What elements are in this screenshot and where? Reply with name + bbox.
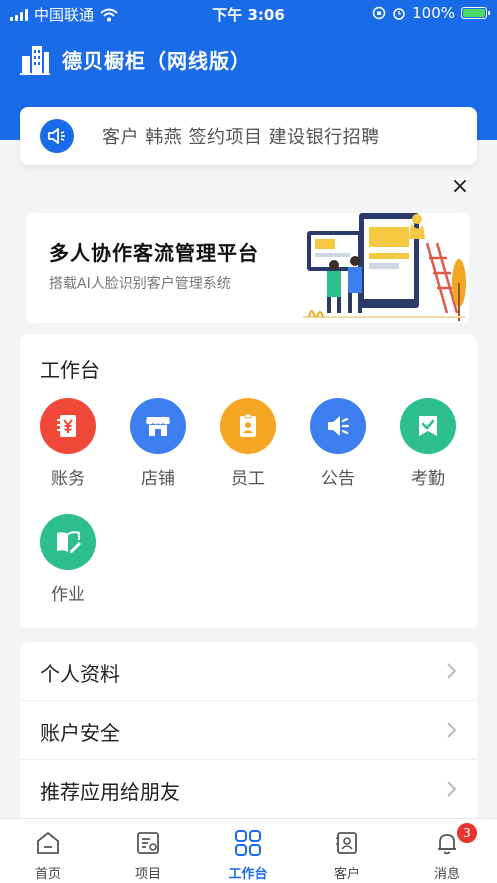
announcement-bar[interactable]: 客户 韩燕 签约项目 建设银行招聘 <box>20 107 477 165</box>
promo-banner[interactable]: 多人协作客流管理平台 搭载AI人脸识别客户管理系统 <box>27 213 469 323</box>
megaphone-icon <box>310 398 366 454</box>
workspace-item-label: 作业 <box>51 585 85 605</box>
banner-title: 多人协作客流管理平台 <box>49 241 259 265</box>
chevron-right-icon <box>447 781 457 797</box>
tab-home[interactable]: 首页 <box>8 827 88 882</box>
home-icon <box>8 827 88 859</box>
tab-messages[interactable]: 3 消息 <box>407 823 487 882</box>
workspace-item-label: 员工 <box>231 469 265 489</box>
finance-icon <box>40 398 96 454</box>
workspace-item-announcement[interactable]: 公告 <box>302 398 374 489</box>
close-banner-icon[interactable]: × <box>450 176 470 198</box>
workspace-card: 工作台 账务 店铺 员工 公告 考勤 作业 <box>20 334 477 628</box>
chevron-right-icon <box>447 722 457 738</box>
menu-item-recommend-app[interactable]: 推荐应用给朋友 <box>20 760 477 819</box>
menu-item-profile[interactable]: 个人资料 <box>20 642 477 701</box>
collaboration-illustration <box>303 213 466 321</box>
menu-item-label: 账户安全 <box>40 721 120 745</box>
announcement-text: 客户 韩燕 签约项目 建设银行招聘 <box>102 127 380 148</box>
workspace-item-finance[interactable]: 账务 <box>32 398 104 489</box>
tab-label: 工作台 <box>228 867 268 882</box>
workspace-item-attendance[interactable]: 考勤 <box>392 398 464 489</box>
alarm-icon <box>393 8 405 20</box>
employee-badge-icon <box>220 398 276 454</box>
chevron-right-icon <box>447 663 457 679</box>
workbench-grid-icon <box>208 827 288 859</box>
app-header: 德贝橱柜（网线版） <box>20 42 251 76</box>
building-logo-icon <box>20 46 50 75</box>
menu-item-label: 推荐应用给朋友 <box>40 780 180 804</box>
banner-subtitle: 搭载AI人脸识别客户管理系统 <box>49 276 231 292</box>
battery-percent: 100% <box>412 4 455 22</box>
rotation-lock-icon <box>372 6 386 20</box>
customer-icon <box>307 827 387 859</box>
workspace-item-store[interactable]: 店铺 <box>122 398 194 489</box>
homework-book-icon <box>40 514 96 570</box>
workspace-item-label: 店铺 <box>141 469 175 489</box>
tab-customers[interactable]: 客户 <box>307 827 387 882</box>
status-right: 100% <box>372 4 490 22</box>
tab-label: 首页 <box>34 867 61 882</box>
workspace-title: 工作台 <box>40 358 100 382</box>
workspace-item-label: 账务 <box>51 469 85 489</box>
tab-label: 消息 <box>433 867 460 882</box>
store-icon <box>130 398 186 454</box>
tab-label: 客户 <box>333 867 360 882</box>
status-bar: 中国联通 下午 3:06 100% <box>0 0 497 28</box>
tab-label: 项目 <box>134 867 161 882</box>
menu-item-label: 个人资料 <box>40 662 120 686</box>
workspace-item-employee[interactable]: 员工 <box>212 398 284 489</box>
message-count-badge: 3 <box>457 823 477 843</box>
bell-icon: 3 <box>407 823 487 859</box>
app-title: 德贝橱柜（网线版） <box>62 48 251 73</box>
settings-menu: 个人资料 账户安全 推荐应用给朋友 <box>20 642 477 822</box>
bottom-tab-bar: 首页 项目 工作台 客户 3 消息 <box>0 818 497 883</box>
battery-icon <box>461 7 490 19</box>
tab-workbench[interactable]: 工作台 <box>208 827 288 882</box>
attendance-check-icon <box>400 398 456 454</box>
project-icon <box>108 827 188 859</box>
workspace-item-label: 考勤 <box>411 469 445 489</box>
workspace-item-homework[interactable]: 作业 <box>32 514 104 605</box>
menu-item-account-security[interactable]: 账户安全 <box>20 701 477 760</box>
workspace-item-label: 公告 <box>321 469 355 489</box>
speaker-icon <box>40 119 74 153</box>
tab-projects[interactable]: 项目 <box>108 827 188 882</box>
